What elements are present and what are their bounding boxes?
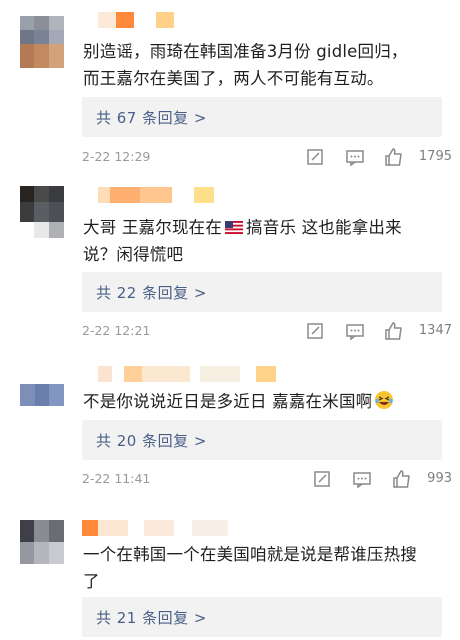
comment-meta: 2-22 12:29 1795 (82, 146, 452, 170)
view-replies-link[interactable]: 共 21 条回复 > (82, 597, 442, 637)
thumbs-up-icon[interactable] (392, 469, 412, 489)
username[interactable] (98, 187, 218, 203)
share-icon[interactable] (312, 469, 332, 489)
avatar[interactable] (20, 16, 64, 68)
like-count: 993 (427, 471, 452, 486)
comment-icon[interactable] (352, 469, 372, 489)
us-flag-emoji (225, 215, 244, 234)
laughing-emoji (374, 390, 394, 410)
comment-text: 不是你说说近日是多近日 嘉嘉在米国啊 (83, 388, 451, 415)
view-replies-link[interactable]: 共 22 条回复 > (82, 272, 442, 312)
timestamp: 2-22 11:41 (82, 471, 151, 486)
share-icon[interactable] (305, 147, 325, 167)
comment-icon[interactable] (345, 147, 365, 167)
comment-meta: 2-22 12:21 1347 (82, 320, 452, 344)
username[interactable] (98, 366, 278, 382)
timestamp: 2-22 12:21 (82, 323, 151, 338)
like-count: 1795 (418, 149, 452, 164)
like-count: 1347 (418, 323, 452, 338)
comment-meta: 2-22 11:41 993 (82, 468, 452, 492)
avatar[interactable] (20, 520, 64, 564)
username[interactable] (82, 520, 232, 536)
comment-text: 别造谣，雨琦在韩国准备3月份 gidle回归， 而王嘉尔在美国了，两人不可能有互… (83, 42, 408, 88)
avatar[interactable] (20, 384, 64, 406)
view-replies-link[interactable]: 共 20 条回复 > (82, 420, 442, 460)
thumbs-up-icon[interactable] (384, 147, 404, 167)
view-replies-link[interactable]: 共 67 条回复 > (82, 97, 442, 137)
comment-text: 大哥 王嘉尔现在在 搞音乐 这也能拿出来 说？闲得慌吧 (83, 214, 451, 268)
username[interactable] (98, 12, 178, 28)
comment-text: 一个在韩国一个在美国咱就是说是帮谁压热搜 了 (83, 545, 417, 591)
thumbs-up-icon[interactable] (384, 321, 404, 341)
avatar[interactable] (20, 186, 64, 238)
timestamp: 2-22 12:29 (82, 149, 151, 164)
comment-icon[interactable] (345, 321, 365, 341)
share-icon[interactable] (305, 321, 325, 341)
